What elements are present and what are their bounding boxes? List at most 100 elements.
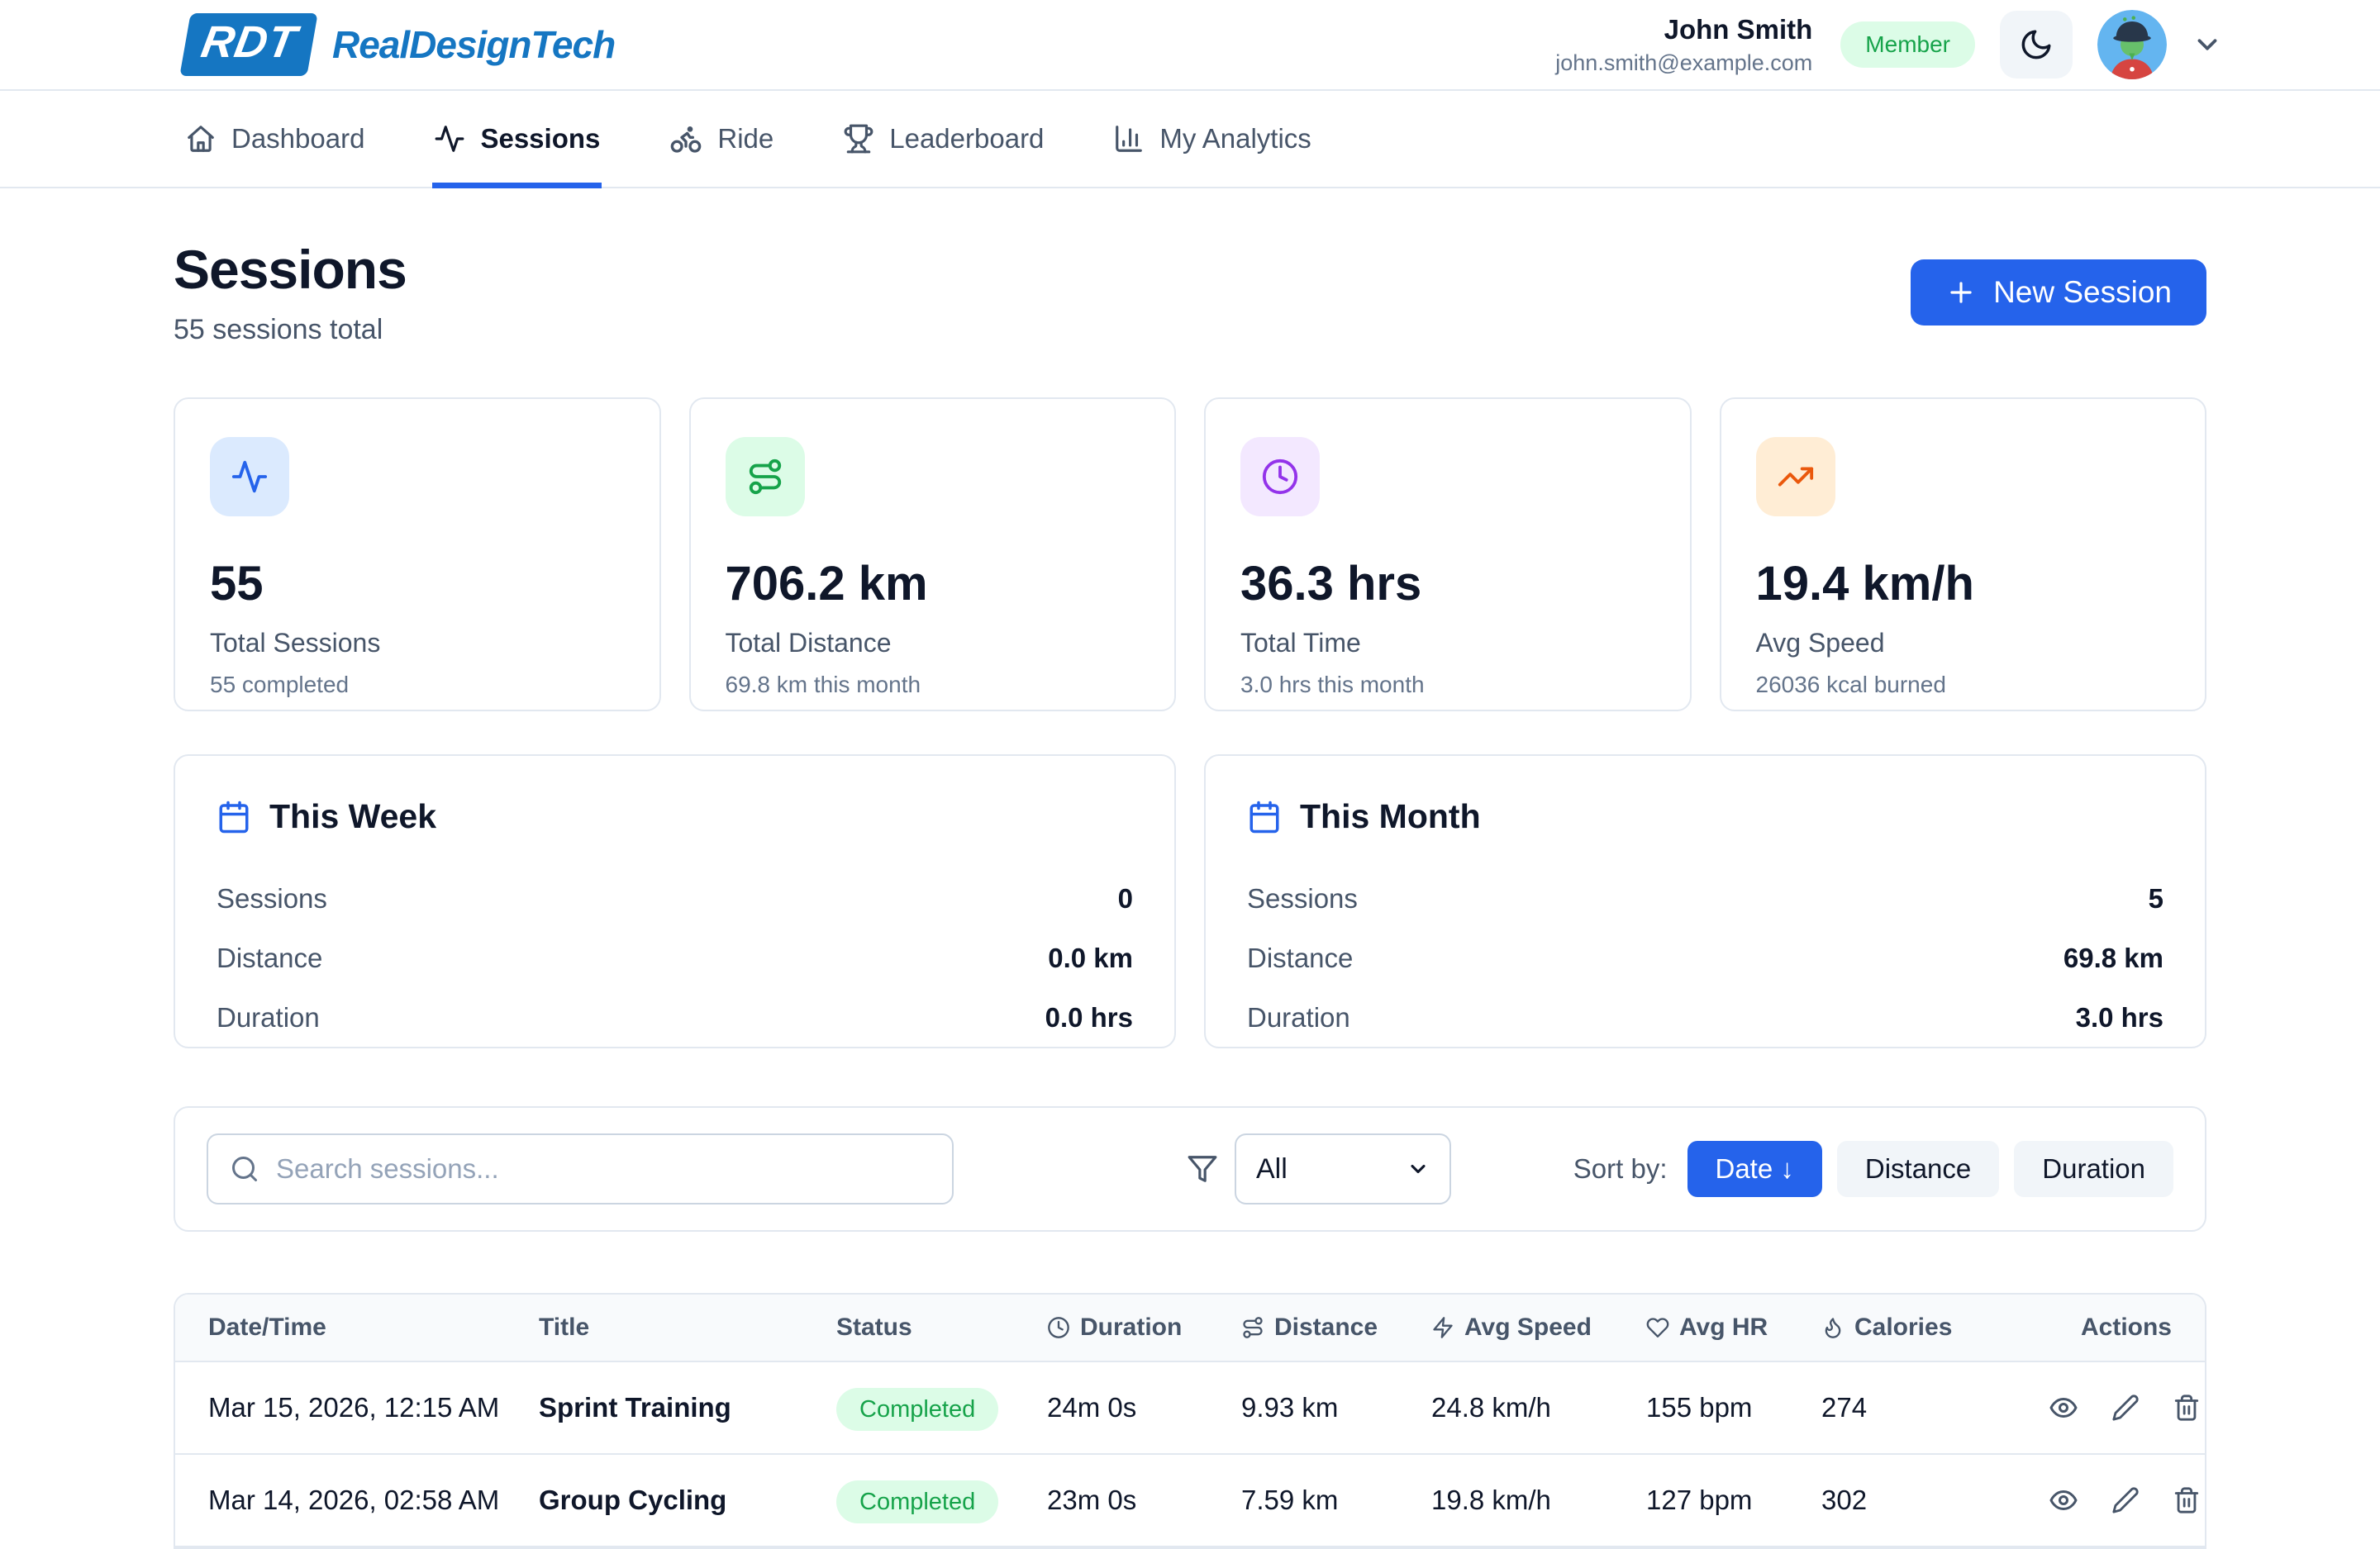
cell-datetime: Mar 15, 2026, 12:15 AM — [208, 1392, 539, 1423]
main-content: Sessions 55 sessions total New Session 5… — [174, 188, 2206, 1549]
pencil-icon — [2111, 1486, 2140, 1514]
calendar-icon — [217, 800, 251, 834]
member-badge: Member — [1840, 21, 1975, 68]
nav-label: Dashboard — [231, 123, 364, 154]
search-input[interactable] — [207, 1133, 954, 1205]
trophy-icon — [843, 123, 874, 154]
user-email: john.smith@example.com — [1555, 50, 1812, 76]
stat-card-total-sessions: 55 Total Sessions 55 completed — [174, 397, 661, 711]
page-subtitle: 55 sessions total — [174, 314, 407, 346]
period-title: This Month — [1300, 797, 1481, 836]
cell-avg-hr: 155 bpm — [1646, 1392, 1821, 1423]
nav-item-leaderboard[interactable]: Leaderboard — [843, 91, 1044, 187]
avatar[interactable] — [2097, 10, 2167, 79]
plus-icon — [1945, 277, 1977, 308]
top-right-cluster: John Smith john.smith@example.com Member — [1555, 10, 2223, 79]
nav-label: Sessions — [480, 123, 600, 154]
period-row-label: Duration — [1247, 1002, 1350, 1033]
period-row-label: Distance — [217, 943, 322, 974]
user-info: John Smith john.smith@example.com — [1555, 14, 1812, 76]
period-row-value: 3.0 hrs — [2076, 1002, 2163, 1033]
clock-icon — [1240, 437, 1320, 516]
stat-card-avg-speed: 19.4 km/h Avg Speed 26036 kcal burned — [1720, 397, 2207, 711]
trending-up-icon — [1756, 437, 1835, 516]
clock-icon — [1047, 1316, 1070, 1339]
nav-label: My Analytics — [1159, 123, 1311, 154]
stat-card-total-distance: 706.2 km Total Distance 69.8 km this mon… — [689, 397, 1177, 711]
activity-icon — [210, 437, 289, 516]
view-button[interactable] — [2049, 1485, 2078, 1515]
brand-name: RealDesignTech — [332, 22, 615, 67]
stat-card-total-time: 36.3 hrs Total Time 3.0 hrs this month — [1204, 397, 1692, 711]
table-row[interactable]: Mar 14, 2026, 02:58 AM Group Cycling Com… — [175, 1455, 2205, 1547]
actions-cell — [2049, 1393, 2201, 1423]
chevron-down-icon — [1407, 1157, 1430, 1181]
col-header-distance: Distance — [1241, 1314, 1431, 1342]
stat-value: 55 — [210, 556, 625, 611]
stat-value: 706.2 km — [726, 556, 1140, 611]
col-header-avg-hr: Avg HR — [1646, 1314, 1821, 1342]
period-row-label: Duration — [217, 1002, 320, 1033]
period-row-value: 0.0 hrs — [1045, 1002, 1133, 1033]
cell-avg-speed: 24.8 km/h — [1431, 1392, 1646, 1423]
period-row-label: Distance — [1247, 943, 1353, 974]
new-session-button[interactable]: New Session — [1911, 259, 2206, 325]
cell-duration: 23m 0s — [1047, 1485, 1241, 1516]
period-row-label: Sessions — [217, 883, 327, 915]
brand-logo[interactable]: RDT RealDesignTech — [185, 13, 615, 76]
period-row-value: 5 — [2149, 883, 2163, 915]
sort-duration-button[interactable]: Duration — [2014, 1141, 2173, 1197]
nav-item-ride[interactable]: Ride — [669, 91, 774, 187]
nav-label: Leaderboard — [889, 123, 1044, 154]
col-header-calories: Calories — [1821, 1314, 2049, 1342]
sessions-table: Date/Time Title Status Duration Distance… — [174, 1293, 2206, 1549]
cell-distance: 7.59 km — [1241, 1485, 1431, 1516]
nav-item-my-analytics[interactable]: My Analytics — [1113, 91, 1311, 187]
cell-avg-hr: 127 bpm — [1646, 1485, 1821, 1516]
home-icon — [185, 123, 217, 154]
period-row: Sessions 0 — [217, 869, 1133, 929]
nav-label: Ride — [717, 123, 774, 154]
col-header-actions: Actions — [2049, 1314, 2172, 1342]
period-row: Distance 0.0 km — [217, 929, 1133, 988]
sort-date-button[interactable]: Date ↓ — [1687, 1141, 1822, 1197]
pirate-avatar-icon — [2097, 10, 2167, 79]
nav-item-sessions[interactable]: Sessions — [434, 91, 600, 187]
status-badge: Completed — [836, 1388, 998, 1431]
view-button[interactable] — [2049, 1393, 2078, 1423]
col-header-title: Title — [539, 1314, 836, 1342]
heart-icon — [1646, 1316, 1669, 1339]
table-row[interactable]: Mar 15, 2026, 12:15 AM Sprint Training C… — [175, 1362, 2205, 1455]
search-icon — [230, 1154, 259, 1184]
cell-title: Group Cycling — [539, 1485, 836, 1516]
stat-value: 36.3 hrs — [1240, 556, 1655, 611]
stat-value: 19.4 km/h — [1756, 556, 2171, 611]
stat-label: Total Distance — [726, 628, 1140, 658]
theme-toggle-button[interactable] — [2000, 11, 2073, 78]
page-head: Sessions 55 sessions total New Session — [174, 238, 2206, 346]
stats-row: 55 Total Sessions 55 completed 706.2 km … — [174, 397, 2206, 711]
cell-distance: 9.93 km — [1241, 1392, 1431, 1423]
period-row: Duration 3.0 hrs — [1247, 988, 2163, 1048]
period-row: Distance 69.8 km — [1247, 929, 2163, 988]
period-row-value: 69.8 km — [2063, 943, 2163, 974]
chevron-down-icon[interactable] — [2192, 29, 2223, 60]
delete-button[interactable] — [2173, 1485, 2201, 1515]
filter-select[interactable]: All — [1235, 1133, 1451, 1205]
filter-select-value: All — [1256, 1153, 1288, 1186]
edit-button[interactable] — [2111, 1393, 2140, 1423]
eye-icon — [2049, 1485, 2078, 1515]
nav-item-dashboard[interactable]: Dashboard — [185, 91, 364, 187]
edit-button[interactable] — [2111, 1485, 2140, 1515]
sort-distance-button[interactable]: Distance — [1837, 1141, 1999, 1197]
new-session-label: New Session — [1993, 275, 2172, 310]
cell-calories: 302 — [1821, 1485, 2049, 1516]
col-header-status: Status — [836, 1314, 1047, 1342]
col-header-duration: Duration — [1047, 1314, 1241, 1342]
trash-icon — [2173, 1486, 2201, 1514]
bar-chart-icon — [1113, 123, 1145, 154]
stat-sub: 3.0 hrs this month — [1240, 672, 1655, 698]
moon-icon — [2019, 27, 2054, 62]
delete-button[interactable] — [2173, 1393, 2201, 1423]
eye-icon — [2049, 1393, 2078, 1423]
